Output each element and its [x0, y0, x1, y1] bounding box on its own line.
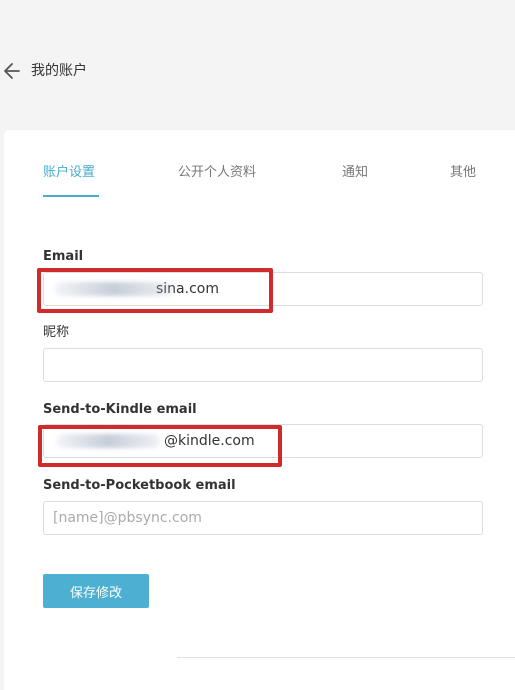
kindle-email-label: Send-to-Kindle email — [43, 402, 197, 417]
arrow-left-icon[interactable] — [2, 60, 22, 82]
email-label: Email — [43, 249, 84, 264]
footer-divider — [177, 657, 515, 658]
page-header: 我的账户 — [0, 0, 515, 130]
nickname-label: 昵称 — [43, 325, 70, 340]
tab-account-settings[interactable]: 账户设置 — [43, 164, 95, 182]
tab-notifications[interactable]: 通知 — [342, 164, 368, 182]
kindle-email-input[interactable] — [43, 424, 483, 458]
nickname-input[interactable] — [43, 348, 483, 382]
account-card: 账户设置 公开个人资料 通知 其他 Email 昵称 Send-to-Kindl… — [4, 130, 515, 690]
account-tabs: 账户设置 公开个人资料 通知 其他 — [4, 130, 515, 200]
save-changes-button[interactable]: 保存修改 — [43, 574, 149, 608]
page-title: 我的账户 — [31, 63, 87, 79]
tab-public-profile[interactable]: 公开个人资料 — [178, 164, 256, 182]
pocketbook-email-label: Send-to-Pocketbook email — [43, 478, 236, 493]
pocketbook-email-input[interactable] — [43, 501, 483, 535]
tab-other[interactable]: 其他 — [450, 164, 476, 182]
email-input[interactable] — [43, 272, 483, 306]
active-tab-indicator — [43, 195, 99, 197]
